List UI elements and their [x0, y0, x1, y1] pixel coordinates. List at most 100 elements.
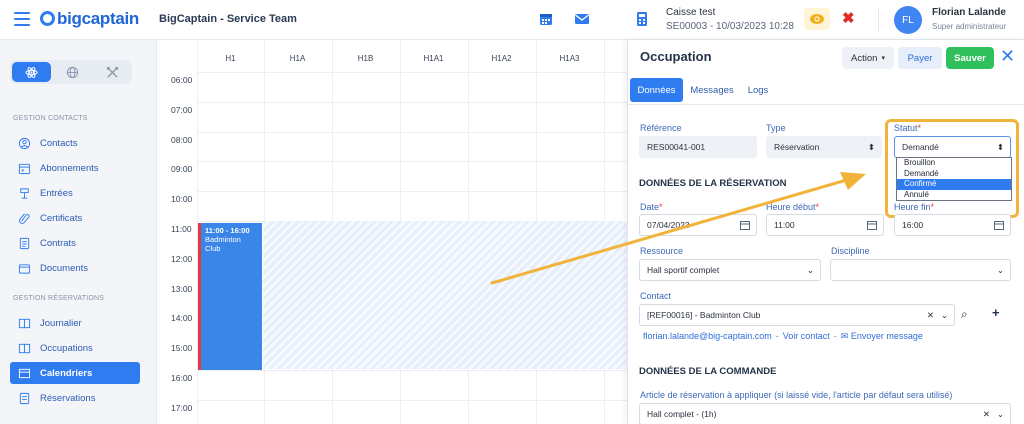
sidebar-item-entrees[interactable]: Entrées: [10, 182, 140, 204]
tools-icon: [106, 66, 118, 78]
grid-line: [197, 400, 627, 401]
calendar-event[interactable]: 11:00 - 16:00 Badminton Club: [198, 223, 262, 370]
column-header: H1: [225, 54, 236, 63]
column-header: H1A3: [559, 54, 580, 63]
eye-button[interactable]: [804, 8, 830, 30]
article-select[interactable]: Hall complet - (1h) ✕ ⌄: [639, 403, 1011, 424]
voir-contact-link[interactable]: Voir contact: [783, 331, 830, 341]
type-select[interactable]: Réservation ⬍: [766, 136, 882, 158]
hour-label: 06:00: [171, 75, 193, 85]
hour-label: 15:00: [171, 343, 193, 353]
sidebar-item-contrats[interactable]: Contrats: [10, 232, 140, 254]
sidebar-item-contacts[interactable]: Contacts: [10, 132, 140, 154]
certificate-icon: [19, 213, 30, 224]
section-reservation-title: DONNÉES DE LA RÉSERVATION: [639, 178, 787, 189]
clock-icon: [867, 221, 877, 230]
user-info[interactable]: Florian Lalande Super administrateur: [932, 6, 1006, 34]
sidebar-item-journalier[interactable]: Journalier: [10, 312, 140, 334]
discipline-select[interactable]: ⌄: [830, 259, 1011, 281]
section-contacts-title: GESTION CONTACTS: [13, 115, 88, 122]
grid-line: [197, 191, 627, 192]
column-header: H1A: [289, 54, 306, 63]
hour-label: 12:00: [171, 254, 193, 264]
sidebar-item-calendriers[interactable]: Calendriers: [10, 362, 140, 384]
close-register-icon[interactable]: ✖: [842, 9, 855, 27]
section-commande-title: DONNÉES DE LA COMMANDE: [639, 366, 777, 377]
avatar[interactable]: FL: [894, 6, 922, 34]
app-title: BigCaptain - Service Team: [159, 13, 297, 25]
grid-line: [197, 370, 627, 371]
contacts-icon: [18, 137, 31, 149]
atom-icon: [25, 66, 38, 78]
section-reservations-title: GESTION RÉSERVATIONS: [13, 295, 105, 302]
payer-button[interactable]: Payer: [898, 47, 942, 69]
tab-donnees[interactable]: Données: [630, 78, 683, 102]
contact-links: florian.lalande@big-captain.com - Voir con…: [643, 331, 923, 341]
heure-debut-field[interactable]: 11:00: [766, 214, 884, 236]
panel-tabs: Données Messages Logs: [628, 78, 1024, 105]
chevron-down-icon: ⌄: [806, 265, 814, 275]
sidebar-item-occupations[interactable]: Occupations: [10, 337, 140, 359]
sidebar-item-documents[interactable]: Documents: [10, 257, 140, 279]
date-field[interactable]: 07/04/2023: [639, 214, 757, 236]
calendar-view-icon: [18, 368, 31, 378]
sidebar: GESTION CONTACTS Contacts Abonnements En…: [0, 40, 157, 424]
action-button[interactable]: Action ▾: [842, 47, 894, 69]
module-globe-tab[interactable]: [53, 60, 92, 84]
module-tools-tab[interactable]: [93, 60, 132, 84]
calendar-icon[interactable]: [538, 11, 554, 27]
column-header: H1A1: [423, 54, 444, 63]
register-session: SE00003 - 10/03/2023 10:28: [666, 21, 794, 32]
mail-icon[interactable]: [574, 11, 590, 27]
tab-messages[interactable]: Messages: [688, 78, 736, 102]
user-role: Super administrateur: [932, 22, 1007, 31]
chevron-down-icon: ⌄: [940, 310, 948, 320]
ressource-label: Ressource: [640, 246, 684, 256]
sidebar-item-certificats[interactable]: Certificats: [10, 207, 140, 229]
contact-select[interactable]: [REF00016] - Badminton Club ✕ ⌄: [639, 304, 955, 326]
save-button[interactable]: Sauver: [946, 47, 994, 69]
documents-icon: [18, 263, 31, 274]
column-header: H1B: [357, 54, 374, 63]
column-header: H1A2: [491, 54, 512, 63]
module-atom-tab[interactable]: [12, 62, 52, 82]
occupations-icon: [18, 343, 31, 353]
clock-icon: [994, 221, 1004, 230]
heure-fin-field[interactable]: 16:00: [894, 214, 1011, 236]
subscriptions-icon: [18, 163, 31, 174]
envelope-icon: ✉: [840, 331, 849, 341]
hour-label: 07:00: [171, 105, 193, 115]
selected-time-range[interactable]: [263, 221, 627, 369]
panel-title: Occupation: [640, 49, 712, 64]
contact-label: Contact: [640, 291, 672, 301]
reservations-icon: [19, 392, 30, 404]
add-icon[interactable]: +: [992, 305, 1000, 320]
cash-register-info: Caisse test SE00003 - 10/03/2023 10:28: [666, 6, 794, 34]
discipline-label: Discipline: [831, 246, 870, 256]
caret-down-icon: ▾: [881, 55, 885, 62]
sidebar-item-abonnements[interactable]: Abonnements: [10, 157, 140, 179]
register-name: Caisse test: [666, 7, 716, 18]
hour-label: 11:00: [171, 224, 192, 234]
search-icon[interactable]: ⌕: [961, 307, 968, 322]
divider: [878, 8, 879, 32]
heure-debut-label: Heure début*: [766, 202, 820, 212]
hour-label: 10:00: [171, 194, 193, 204]
calculator-icon[interactable]: [634, 11, 650, 27]
envoyer-message-link[interactable]: Envoyer message: [851, 331, 923, 341]
heure-fin-label: Heure fin*: [894, 202, 935, 212]
contact-email-link[interactable]: florian.lalande@big-captain.com: [643, 331, 772, 341]
clear-icon[interactable]: ✕: [983, 409, 990, 420]
hamburger-menu-icon[interactable]: [14, 12, 30, 26]
hour-label: 17:00: [171, 403, 193, 413]
eye-icon: [810, 14, 824, 24]
tab-logs[interactable]: Logs: [740, 78, 776, 102]
sidebar-item-reservations[interactable]: Réservations: [10, 387, 140, 409]
grid-line: [197, 132, 627, 133]
clear-icon[interactable]: ✕: [927, 310, 934, 321]
ressource-select[interactable]: Hall sportif complet ⌄: [639, 259, 821, 281]
hour-label: 09:00: [171, 164, 193, 174]
globe-icon: [67, 66, 79, 78]
close-icon[interactable]: ✕: [1000, 46, 1015, 67]
hour-label: 08:00: [171, 135, 193, 145]
